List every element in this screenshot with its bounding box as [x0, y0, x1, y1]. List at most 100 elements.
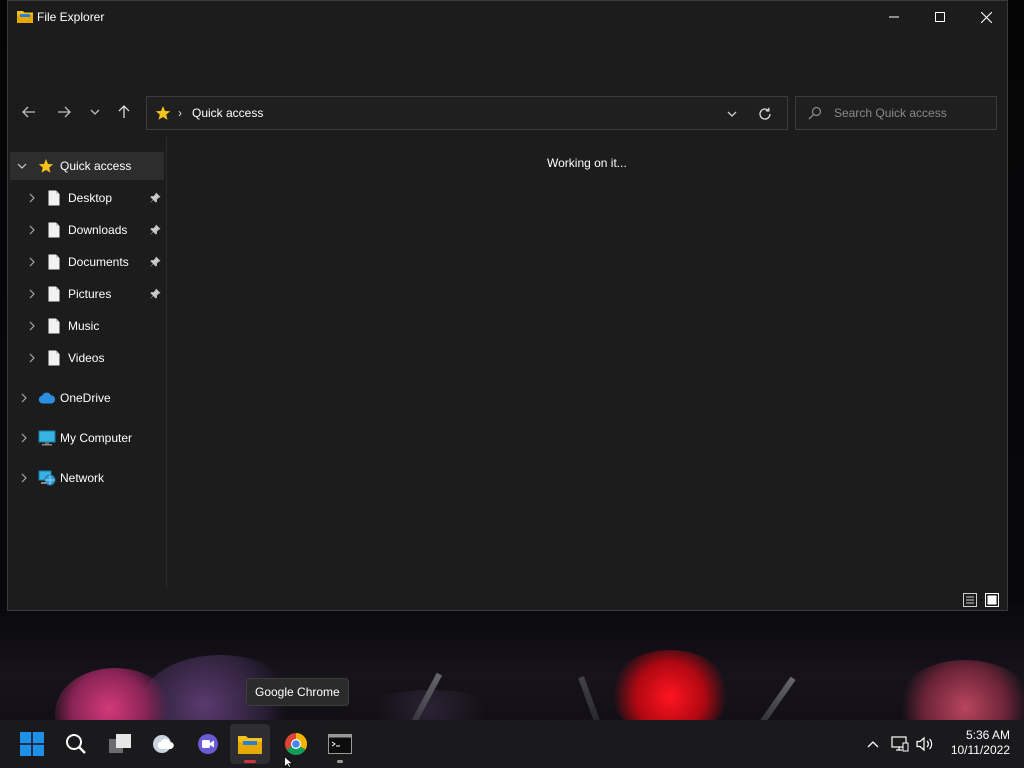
network-icon [38, 470, 56, 489]
refresh-button[interactable] [755, 104, 775, 124]
taskbar-tooltip: Google Chrome [246, 678, 349, 706]
chevron-down-icon[interactable] [16, 160, 28, 172]
sidebar-item-videos[interactable]: Videos [10, 344, 164, 372]
file-explorer-window: File Explorer › Quick access Search Quic… [7, 0, 1008, 611]
chat-button[interactable] [188, 724, 228, 764]
network-icon [891, 736, 909, 752]
search-box[interactable] [795, 96, 997, 130]
window-title: File Explorer [37, 10, 105, 24]
breadcrumb-location[interactable]: Quick access [192, 106, 263, 120]
file-icon [48, 222, 60, 241]
breadcrumb-separator: › [178, 106, 182, 120]
sidebar-item-my-computer[interactable]: My Computer [10, 424, 164, 452]
taskbar-clock[interactable]: 5:36 AM 10/11/2022 [944, 728, 1010, 758]
sidebar-item-label: Videos [68, 351, 105, 365]
navigation-pane: Quick access Desktop Downloads Documents… [8, 137, 166, 589]
chevron-right-icon[interactable] [26, 288, 38, 300]
sidebar-item-label: Documents [68, 255, 129, 269]
back-button[interactable] [16, 99, 42, 125]
command-ribbon [8, 33, 1007, 89]
start-icon [20, 732, 44, 756]
file-icon [48, 190, 60, 209]
sidebar-item-label: Desktop [68, 191, 113, 205]
minimize-button[interactable] [871, 1, 917, 33]
sidebar-item-downloads[interactable]: Downloads [10, 216, 164, 244]
search-icon [66, 734, 86, 754]
pin-icon [150, 192, 161, 206]
sidebar-item-label: OneDrive [60, 391, 111, 405]
file-list-area[interactable]: Working on it... [167, 137, 1007, 589]
details-view-button[interactable] [961, 591, 979, 609]
show-hidden-icons-button[interactable] [863, 734, 883, 754]
network-status-button[interactable] [890, 734, 910, 754]
task-view-icon [109, 734, 131, 753]
sidebar-item-label: Music [68, 319, 100, 333]
chevron-right-icon[interactable] [26, 320, 38, 332]
sidebar-item-onedrive[interactable]: OneDrive [10, 384, 164, 412]
volume-button[interactable] [915, 734, 935, 754]
pin-icon [150, 288, 161, 302]
sidebar-item-pictures[interactable]: Pictures [10, 280, 164, 308]
running-indicator [337, 760, 343, 763]
file-icon [48, 350, 60, 369]
chevron-down-icon [727, 111, 737, 117]
cloud-icon [38, 392, 56, 407]
chevron-right-icon[interactable] [26, 224, 38, 236]
task-view-button[interactable] [100, 724, 140, 764]
title-bar[interactable]: File Explorer [8, 1, 1007, 33]
sidebar-item-label: My Computer [60, 431, 133, 445]
sidebar-item-label: Downloads [68, 223, 128, 237]
chevron-right-icon[interactable] [26, 256, 38, 268]
chrome-icon [285, 733, 307, 755]
close-button[interactable] [963, 1, 1009, 33]
sidebar-item-quick-access[interactable]: Quick access [10, 152, 164, 180]
pin-icon [150, 224, 161, 238]
sidebar-item-music[interactable]: Music [10, 312, 164, 340]
widgets-button[interactable] [144, 724, 184, 764]
taskbar-search-button[interactable] [56, 724, 96, 764]
forward-button[interactable] [51, 99, 77, 125]
sidebar-item-label: Quick access [60, 159, 132, 173]
star-icon [155, 105, 171, 124]
taskbar-app-terminal[interactable] [320, 724, 360, 764]
file-icon [48, 254, 60, 273]
refresh-icon [759, 107, 771, 120]
sidebar-item-network[interactable]: Network [10, 464, 164, 492]
large-icons-view-button[interactable] [983, 591, 1001, 609]
chevron-right-icon[interactable] [18, 472, 30, 484]
clock-time: 5:36 AM [965, 728, 1010, 742]
address-history-button[interactable] [723, 105, 741, 123]
file-icon [48, 318, 60, 337]
start-button[interactable] [12, 724, 52, 764]
computer-icon [38, 430, 56, 449]
maximize-icon [935, 12, 945, 22]
chevron-right-icon[interactable] [18, 432, 30, 444]
sidebar-item-desktop[interactable]: Desktop [10, 184, 164, 212]
pin-icon [150, 256, 161, 270]
chat-icon [198, 734, 218, 754]
status-bar [8, 589, 1007, 611]
large-icons-view-icon [985, 593, 999, 607]
volume-icon [916, 736, 933, 752]
clock-date: 10/11/2022 [950, 743, 1010, 757]
maximize-button[interactable] [917, 1, 963, 33]
recent-locations-button[interactable] [82, 99, 108, 125]
taskbar-app-file-explorer[interactable] [230, 724, 270, 764]
loading-message: Working on it... [547, 156, 627, 170]
arrow-right-icon [58, 106, 71, 118]
chevron-down-icon [90, 109, 100, 115]
chevron-right-icon[interactable] [26, 192, 38, 204]
chevron-right-icon[interactable] [26, 352, 38, 364]
file-explorer-icon [17, 9, 33, 23]
chevron-right-icon[interactable] [18, 392, 30, 404]
search-input[interactable] [834, 104, 990, 122]
file-icon [48, 286, 60, 305]
address-bar[interactable]: › Quick access [146, 96, 788, 130]
taskbar-app-chrome[interactable] [276, 724, 316, 764]
up-button[interactable] [111, 99, 137, 125]
sidebar-item-documents[interactable]: Documents [10, 248, 164, 276]
arrow-left-icon [22, 106, 35, 118]
navigation-bar: › Quick access [8, 89, 1007, 137]
mouse-cursor-icon [284, 755, 294, 768]
widgets-icon [153, 735, 174, 753]
